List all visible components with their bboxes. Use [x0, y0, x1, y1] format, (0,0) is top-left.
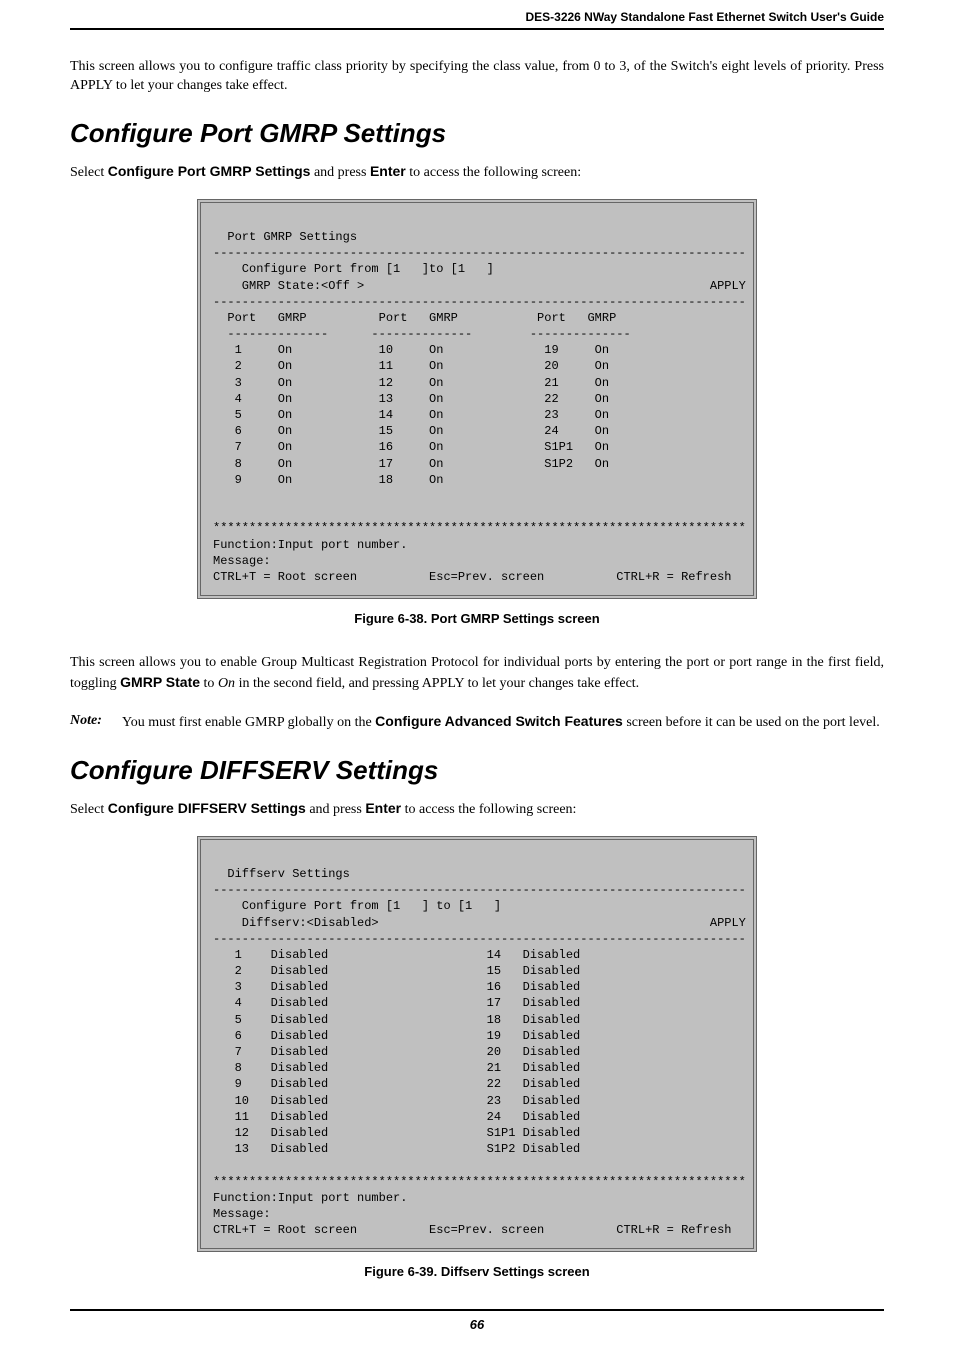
- text: and press: [306, 802, 366, 817]
- select-line-gmrp: Select Configure Port GMRP Settings and …: [70, 163, 884, 181]
- figure-caption-diffserv: Figure 6-39. Diffserv Settings screen: [70, 1264, 884, 1279]
- section-heading-diffserv: Configure DIFFSERV Settings: [70, 755, 884, 786]
- bold-text: GMRP State: [120, 674, 200, 690]
- text: and press: [310, 165, 370, 180]
- text: in the second field, and pressing APPLY …: [235, 676, 639, 691]
- text: screen before it can be used on the port…: [623, 715, 880, 730]
- gmrp-description: This screen allows you to enable Group M…: [70, 654, 884, 694]
- text: Select: [70, 802, 108, 817]
- note-label: Note:: [70, 712, 122, 733]
- text: Select: [70, 165, 108, 180]
- figure-caption-gmrp: Figure 6-38. Port GMRP Settings screen: [70, 611, 884, 626]
- text: to: [200, 676, 218, 691]
- bold-text: Configure DIFFSERV Settings: [108, 800, 306, 816]
- header-title: DES-3226 NWay Standalone Fast Ethernet S…: [525, 10, 884, 24]
- italic-text: On: [218, 676, 235, 691]
- page-number: 66: [470, 1317, 484, 1332]
- bold-text: Enter: [365, 800, 401, 816]
- select-line-diffserv: Select Configure DIFFSERV Settings and p…: [70, 800, 884, 818]
- text: You must first enable GMRP globally on t…: [122, 715, 375, 730]
- terminal-diffserv: Diffserv Settings ----------------------…: [197, 836, 757, 1253]
- text: to access the following screen:: [406, 165, 581, 180]
- text: to access the following screen:: [401, 802, 576, 817]
- bold-text: Configure Advanced Switch Features: [375, 713, 623, 729]
- page-footer: 66: [70, 1309, 884, 1332]
- page-header: DES-3226 NWay Standalone Fast Ethernet S…: [70, 0, 884, 30]
- note-block: Note: You must first enable GMRP globall…: [70, 712, 884, 733]
- note-body: You must first enable GMRP globally on t…: [122, 712, 884, 733]
- bold-text: Configure Port GMRP Settings: [108, 163, 311, 179]
- intro-paragraph: This screen allows you to configure traf…: [70, 58, 884, 96]
- terminal-gmrp: Port GMRP Settings ---------------------…: [197, 199, 757, 599]
- bold-text: Enter: [370, 163, 406, 179]
- section-heading-gmrp: Configure Port GMRP Settings: [70, 118, 884, 149]
